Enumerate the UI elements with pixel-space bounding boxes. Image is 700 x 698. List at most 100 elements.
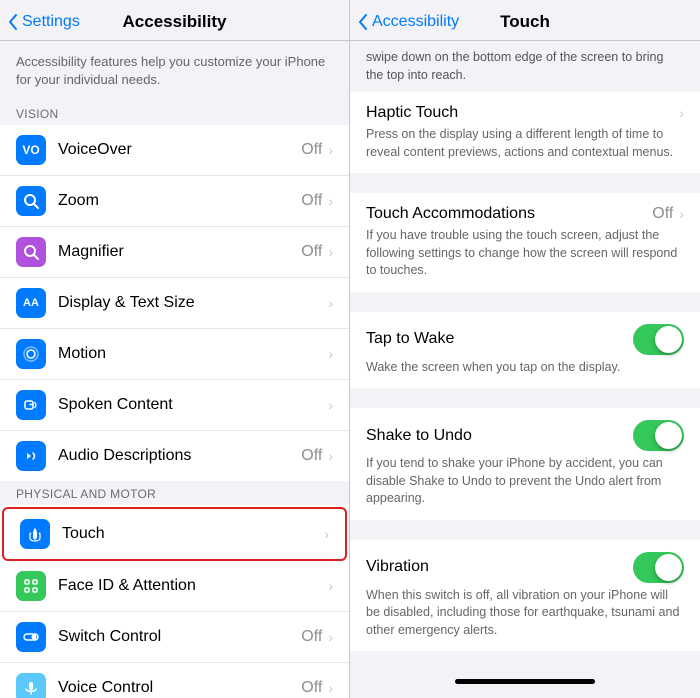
right-home-indicator <box>455 679 595 684</box>
switch-control-value: Off <box>301 628 322 646</box>
right-nav-title: Touch <box>500 12 550 32</box>
voiceover-icon: VO <box>16 135 46 165</box>
touch-icon <box>20 519 50 549</box>
tap-wake-title: Tap to Wake <box>366 330 454 348</box>
shake-undo-toggle[interactable] <box>633 420 684 451</box>
right-back-button[interactable]: Accessibility <box>358 13 459 31</box>
vision-group: VO VoiceOver Off › Zoom Off › <box>0 125 349 481</box>
right-bottom-bar <box>350 669 700 698</box>
display-text-row[interactable]: AA Display & Text Size › <box>0 278 349 329</box>
switch-control-row[interactable]: Switch Control Off › <box>0 612 349 663</box>
touch-acc-chevron: › <box>679 206 684 222</box>
shake-undo-row[interactable]: Shake to Undo If you tend to shake your … <box>350 408 700 520</box>
right-back-label: Accessibility <box>372 13 459 31</box>
left-description-box: Accessibility features help you customiz… <box>0 41 349 101</box>
vibration-toggle[interactable] <box>633 552 684 583</box>
haptic-touch-row[interactable]: Haptic Touch › Press on the display usin… <box>350 92 700 173</box>
haptic-touch-title: Haptic Touch <box>366 104 458 122</box>
left-nav-title: Accessibility <box>123 12 227 32</box>
tap-wake-section: Tap to Wake Wake the screen when you tap… <box>350 312 700 389</box>
audio-desc-label: Audio Descriptions <box>58 447 301 465</box>
touch-label: Touch <box>62 525 324 543</box>
touch-chevron: › <box>324 526 329 542</box>
left-back-button[interactable]: Settings <box>8 13 80 31</box>
audio-desc-chevron: › <box>328 448 333 464</box>
left-back-label: Settings <box>22 13 80 31</box>
zoom-icon <box>16 186 46 216</box>
tap-wake-thumb <box>655 326 682 353</box>
audio-desc-row[interactable]: Audio Descriptions Off › <box>0 431 349 481</box>
voiceover-label: VoiceOver <box>58 141 301 159</box>
zoom-label: Zoom <box>58 192 301 210</box>
display-text-label: Display & Text Size <box>58 294 328 312</box>
touch-acc-value: Off › <box>652 205 684 223</box>
face-id-chevron: › <box>328 578 333 594</box>
left-description: Accessibility features help you customiz… <box>16 54 325 87</box>
switch-control-chevron: › <box>328 629 333 645</box>
spoken-content-label: Spoken Content <box>58 396 328 414</box>
display-text-chevron: › <box>328 295 333 311</box>
haptic-touch-value: › <box>679 105 684 121</box>
face-id-row[interactable]: Face ID & Attention › <box>0 561 349 612</box>
vibration-section: Vibration When this switch is off, all v… <box>350 540 700 652</box>
shake-undo-thumb <box>655 422 682 449</box>
display-text-icon: AA <box>16 288 46 318</box>
haptic-touch-desc: Press on the display using a different l… <box>366 126 684 161</box>
vibration-desc: When this switch is off, all vibration o… <box>366 587 684 640</box>
touch-acc-val-text: Off <box>652 205 673 223</box>
audio-desc-icon <box>16 441 46 471</box>
spoken-content-row[interactable]: Spoken Content › <box>0 380 349 431</box>
physical-section-header: PHYSICAL AND MOTOR <box>0 481 349 505</box>
right-content: swipe down on the bottom edge of the scr… <box>350 41 700 669</box>
voice-control-chevron: › <box>328 680 333 696</box>
motion-icon <box>16 339 46 369</box>
motion-chevron: › <box>328 346 333 362</box>
vibration-row[interactable]: Vibration When this switch is off, all v… <box>350 540 700 652</box>
voice-control-label: Voice Control <box>58 679 301 697</box>
spoken-content-icon <box>16 390 46 420</box>
physical-group: Touch › Face ID & Attention › <box>0 505 349 698</box>
tap-wake-toggle[interactable] <box>633 324 684 355</box>
touch-acc-title: Touch Accommodations <box>366 205 535 223</box>
voice-control-value: Off <box>301 679 322 697</box>
tap-wake-desc: Wake the screen when you tap on the disp… <box>366 359 684 377</box>
haptic-touch-chevron: › <box>679 105 684 121</box>
vision-section-header: VISION <box>0 101 349 125</box>
motion-label: Motion <box>58 345 328 363</box>
touch-row[interactable]: Touch › <box>2 507 347 561</box>
voiceover-chevron: › <box>328 142 333 158</box>
face-id-label: Face ID & Attention <box>58 577 328 595</box>
voice-control-icon <box>16 673 46 698</box>
magnifier-label: Magnifier <box>58 243 301 261</box>
left-panel: Settings Accessibility Accessibility fea… <box>0 0 350 698</box>
touch-acc-section: Touch Accommodations Off › If you have t… <box>350 193 700 292</box>
voiceover-value: Off <box>301 141 322 159</box>
right-top-text: swipe down on the bottom edge of the scr… <box>350 41 700 92</box>
shake-undo-desc: If you tend to shake your iPhone by acci… <box>366 455 684 508</box>
tap-wake-row[interactable]: Tap to Wake Wake the screen when you tap… <box>350 312 700 389</box>
face-id-icon <box>16 571 46 601</box>
spoken-content-chevron: › <box>328 397 333 413</box>
magnifier-value: Off <box>301 243 322 261</box>
magnifier-row[interactable]: Magnifier Off › <box>0 227 349 278</box>
right-panel: Accessibility Touch swipe down on the bo… <box>350 0 700 698</box>
zoom-chevron: › <box>328 193 333 209</box>
audio-desc-value: Off <box>301 447 322 465</box>
voiceover-row[interactable]: VO VoiceOver Off › <box>0 125 349 176</box>
touch-acc-desc: If you have trouble using the touch scre… <box>366 227 684 280</box>
magnifier-chevron: › <box>328 244 333 260</box>
zoom-value: Off <box>301 192 322 210</box>
shake-undo-title: Shake to Undo <box>366 427 472 445</box>
right-nav-bar: Accessibility Touch <box>350 0 700 41</box>
vibration-title: Vibration <box>366 558 429 576</box>
touch-acc-row[interactable]: Touch Accommodations Off › If you have t… <box>350 193 700 292</box>
motion-row[interactable]: Motion › <box>0 329 349 380</box>
left-nav-bar: Settings Accessibility <box>0 0 349 41</box>
switch-control-icon <box>16 622 46 652</box>
voice-control-row[interactable]: Voice Control Off › <box>0 663 349 698</box>
switch-control-label: Switch Control <box>58 628 301 646</box>
vibration-thumb <box>655 554 682 581</box>
zoom-row[interactable]: Zoom Off › <box>0 176 349 227</box>
shake-undo-section: Shake to Undo If you tend to shake your … <box>350 408 700 520</box>
haptic-touch-section: Haptic Touch › Press on the display usin… <box>350 92 700 173</box>
